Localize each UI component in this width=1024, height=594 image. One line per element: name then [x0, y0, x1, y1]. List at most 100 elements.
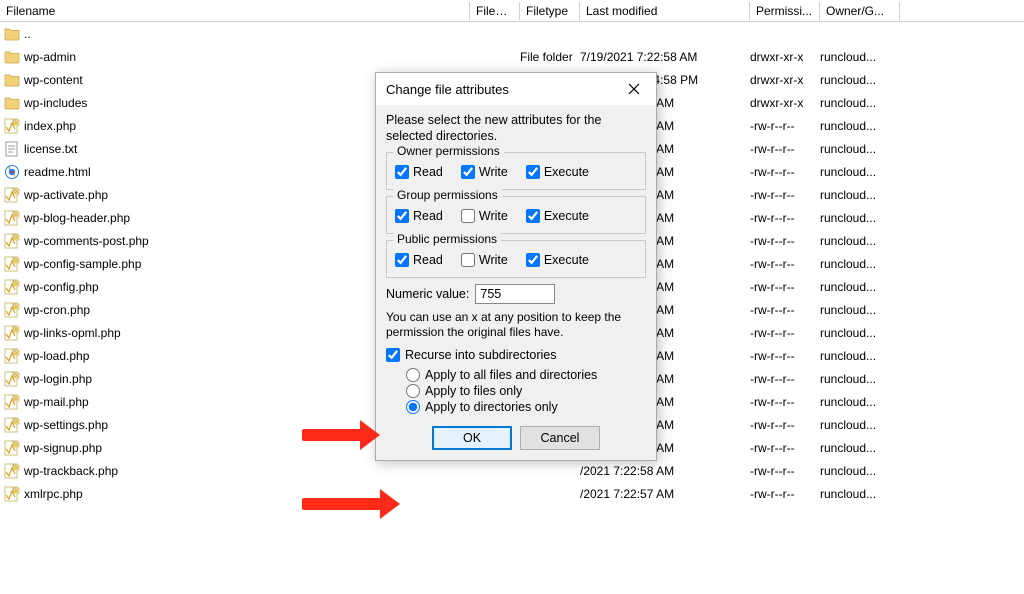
parent-dir-row[interactable]: ..: [0, 22, 1024, 45]
file-permissions: -rw-r--r--: [750, 234, 820, 248]
group-execute-checkbox[interactable]: [526, 209, 540, 223]
file-name: xmlrpc.php: [24, 487, 470, 501]
file-owner: runcloud...: [820, 372, 900, 386]
file-owner: runcloud...: [820, 349, 900, 363]
file-permissions: -rw-r--r--: [750, 464, 820, 478]
recurse-label: Recurse into subdirectories: [405, 348, 556, 362]
php-icon: [4, 187, 20, 203]
owner-execute[interactable]: Execute: [526, 165, 589, 179]
public-read-checkbox[interactable]: [395, 253, 409, 267]
radio-apply-all[interactable]: Apply to all files and directories: [406, 368, 646, 382]
file-owner: runcloud...: [820, 234, 900, 248]
group-execute[interactable]: Execute: [526, 209, 589, 223]
php-icon: [4, 210, 20, 226]
php-icon: [4, 394, 20, 410]
file-owner: runcloud...: [820, 441, 900, 455]
file-permissions: -rw-r--r--: [750, 418, 820, 432]
owner-read-checkbox[interactable]: [395, 165, 409, 179]
col-header-permissions[interactable]: Permissi...: [750, 2, 820, 20]
file-owner: runcloud...: [820, 487, 900, 501]
file-permissions: -rw-r--r--: [750, 165, 820, 179]
public-write-checkbox[interactable]: [461, 253, 475, 267]
close-icon[interactable]: [620, 79, 648, 99]
file-owner: runcloud...: [820, 165, 900, 179]
file-table-header: Filename Filesize Filetype Last modified…: [0, 0, 1024, 22]
radio-apply-all-input[interactable]: [406, 368, 420, 382]
group-write-checkbox[interactable]: [461, 209, 475, 223]
file-modified: /2021 7:22:57 AM: [580, 487, 750, 501]
col-header-owner[interactable]: Owner/G...: [820, 2, 900, 20]
owner-write-checkbox[interactable]: [461, 165, 475, 179]
numeric-value-input[interactable]: [475, 284, 555, 304]
group-read-checkbox[interactable]: [395, 209, 409, 223]
annotation-arrow-icon: [302, 429, 362, 441]
recurse-checkbox[interactable]: [386, 348, 400, 362]
file-owner: runcloud...: [820, 119, 900, 133]
file-owner: runcloud...: [820, 50, 900, 64]
radio-apply-dirs-input[interactable]: [406, 400, 420, 414]
owner-read[interactable]: Read: [395, 165, 443, 179]
public-read-label: Read: [413, 253, 443, 267]
public-permissions-group: Public permissions Read Write Execute: [386, 240, 646, 278]
group-execute-label: Execute: [544, 209, 589, 223]
owner-write[interactable]: Write: [461, 165, 508, 179]
radio-apply-files[interactable]: Apply to files only: [406, 384, 646, 398]
file-permissions: -rw-r--r--: [750, 142, 820, 156]
file-permissions: -rw-r--r--: [750, 188, 820, 202]
public-write-label: Write: [479, 253, 508, 267]
col-header-filesize[interactable]: Filesize: [470, 2, 520, 20]
radio-apply-all-label: Apply to all files and directories: [425, 368, 597, 382]
owner-execute-label: Execute: [544, 165, 589, 179]
file-modified: 7/19/2021 7:22:58 AM: [580, 50, 750, 64]
php-icon: [4, 417, 20, 433]
annotation-arrow-icon: [302, 498, 382, 510]
owner-write-label: Write: [479, 165, 508, 179]
public-group-label: Public permissions: [393, 232, 501, 246]
owner-group-label: Owner permissions: [393, 144, 504, 158]
table-row[interactable]: wp-adminFile folder7/19/2021 7:22:58 AMd…: [0, 45, 1024, 68]
php-icon: [4, 371, 20, 387]
group-read-label: Read: [413, 209, 443, 223]
file-permissions: -rw-r--r--: [750, 395, 820, 409]
file-permissions: -rw-r--r--: [750, 280, 820, 294]
group-read[interactable]: Read: [395, 209, 443, 223]
ok-button[interactable]: OK: [432, 426, 512, 450]
php-icon: [4, 486, 20, 502]
public-read[interactable]: Read: [395, 253, 443, 267]
file-owner: runcloud...: [820, 257, 900, 271]
group-permissions-group: Group permissions Read Write Execute: [386, 196, 646, 234]
file-permissions: -rw-r--r--: [750, 257, 820, 271]
col-header-filetype[interactable]: Filetype: [520, 2, 580, 20]
file-permissions: -rw-r--r--: [750, 211, 820, 225]
col-header-filename[interactable]: Filename: [0, 2, 470, 20]
file-permissions: -rw-r--r--: [750, 441, 820, 455]
file-owner: runcloud...: [820, 96, 900, 110]
php-icon: [4, 118, 20, 134]
dialog-titlebar[interactable]: Change file attributes: [376, 73, 656, 105]
php-icon: [4, 256, 20, 272]
php-icon: [4, 325, 20, 341]
file-owner: runcloud...: [820, 73, 900, 87]
public-execute[interactable]: Execute: [526, 253, 589, 267]
file-owner: runcloud...: [820, 280, 900, 294]
php-icon: [4, 233, 20, 249]
table-row[interactable]: xmlrpc.php/2021 7:22:57 AM-rw-r--r--runc…: [0, 482, 1024, 505]
col-header-modified[interactable]: Last modified: [580, 2, 750, 20]
group-write[interactable]: Write: [461, 209, 508, 223]
radio-apply-files-input[interactable]: [406, 384, 420, 398]
cancel-button[interactable]: Cancel: [520, 426, 600, 450]
owner-execute-checkbox[interactable]: [526, 165, 540, 179]
file-type: File folder: [520, 50, 580, 64]
file-owner: runcloud...: [820, 188, 900, 202]
file-permissions: -rw-r--r--: [750, 372, 820, 386]
radio-apply-dirs[interactable]: Apply to directories only: [406, 400, 646, 414]
file-permissions: -rw-r--r--: [750, 326, 820, 340]
table-row[interactable]: wp-trackback.php/2021 7:22:58 AM-rw-r--r…: [0, 459, 1024, 482]
owner-read-label: Read: [413, 165, 443, 179]
public-write[interactable]: Write: [461, 253, 508, 267]
txt-icon: [4, 141, 20, 157]
file-permissions: -rw-r--r--: [750, 487, 820, 501]
group-group-label: Group permissions: [393, 188, 502, 202]
group-write-label: Write: [479, 209, 508, 223]
public-execute-checkbox[interactable]: [526, 253, 540, 267]
